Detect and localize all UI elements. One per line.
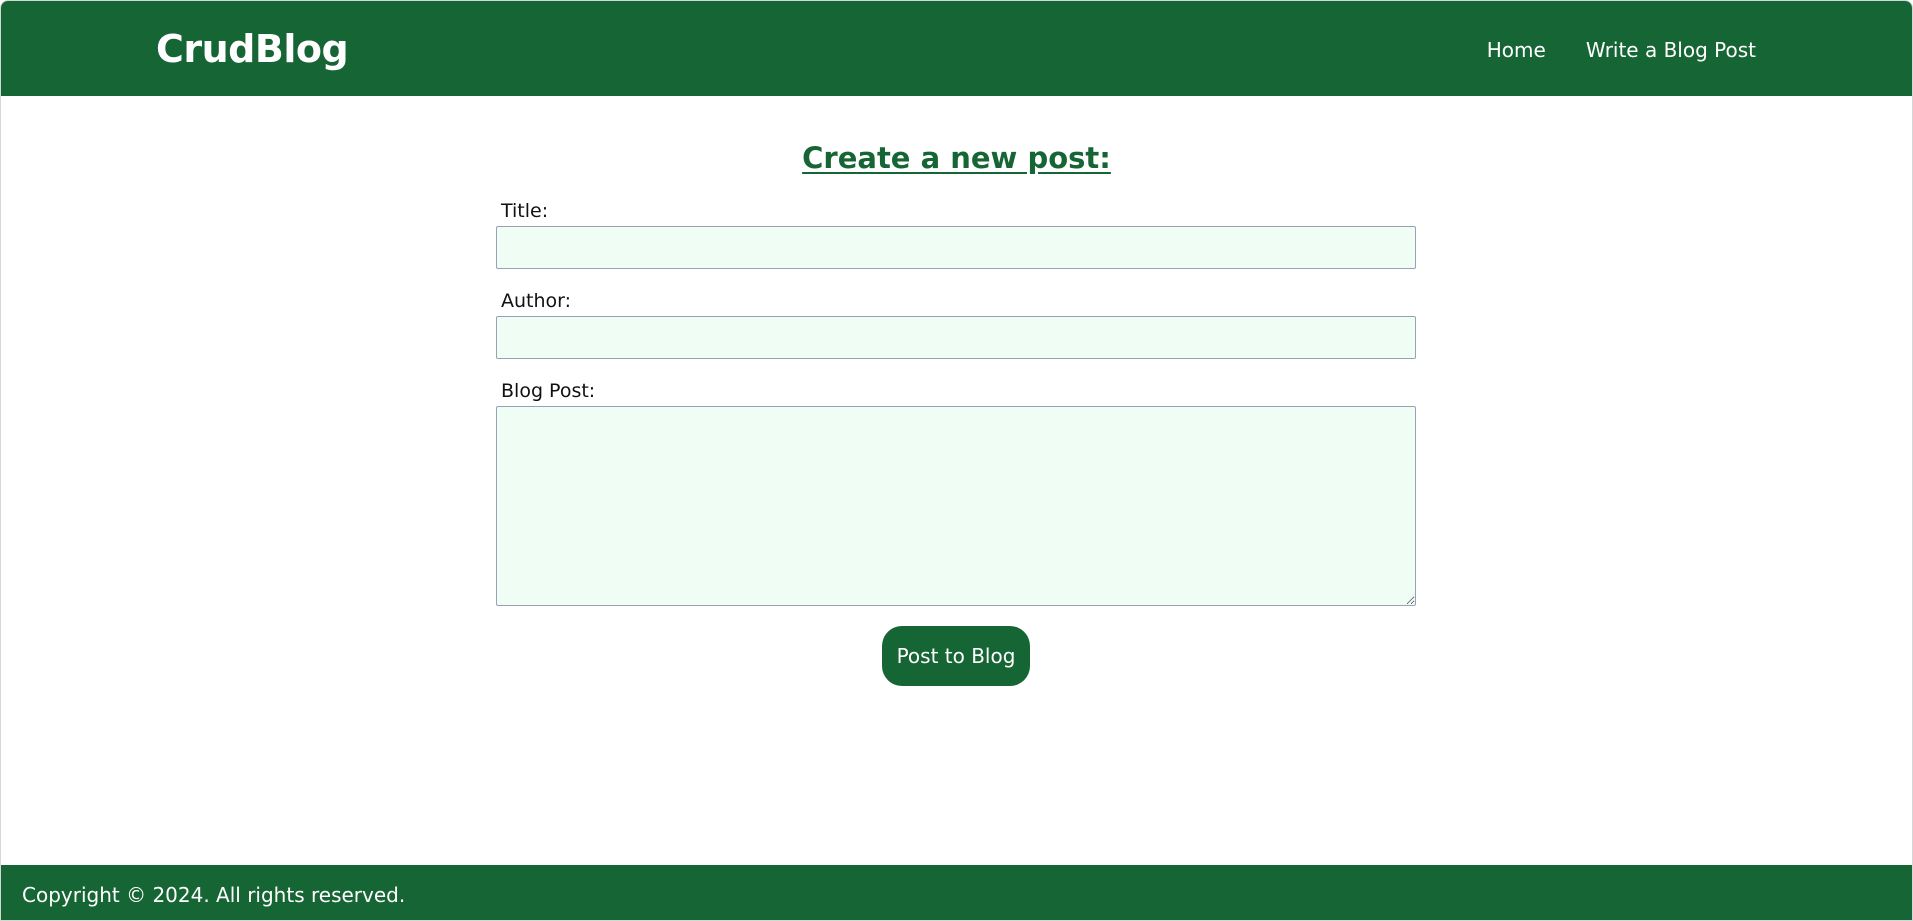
nav-link-home[interactable]: Home bbox=[1487, 37, 1546, 63]
title-input[interactable] bbox=[496, 226, 1416, 269]
page-frame: CrudBlog Home Write a Blog Post Create a… bbox=[0, 0, 1913, 921]
site-logo[interactable]: CrudBlog bbox=[156, 26, 349, 72]
site-header: CrudBlog Home Write a Blog Post bbox=[1, 1, 1912, 96]
nav-link-write-post[interactable]: Write a Blog Post bbox=[1586, 37, 1756, 63]
title-label: Title: bbox=[501, 200, 549, 222]
submit-wrapper: Post to Blog bbox=[496, 626, 1416, 686]
page-title: Create a new post: bbox=[802, 141, 1111, 175]
post-to-blog-button[interactable]: Post to Blog bbox=[881, 626, 1031, 686]
new-post-form: Title: Author: Blog Post: Post to Blog bbox=[496, 199, 1416, 686]
blog-post-textarea[interactable] bbox=[496, 406, 1416, 606]
main-nav: Home Write a Blog Post bbox=[1487, 37, 1756, 63]
author-input[interactable] bbox=[496, 316, 1416, 359]
copyright-text: Copyright © 2024. All rights reserved. bbox=[22, 883, 406, 907]
site-footer: Copyright © 2024. All rights reserved. bbox=[1, 865, 1912, 920]
author-label: Author: bbox=[501, 290, 572, 312]
blog-post-label: Blog Post: bbox=[501, 380, 596, 402]
